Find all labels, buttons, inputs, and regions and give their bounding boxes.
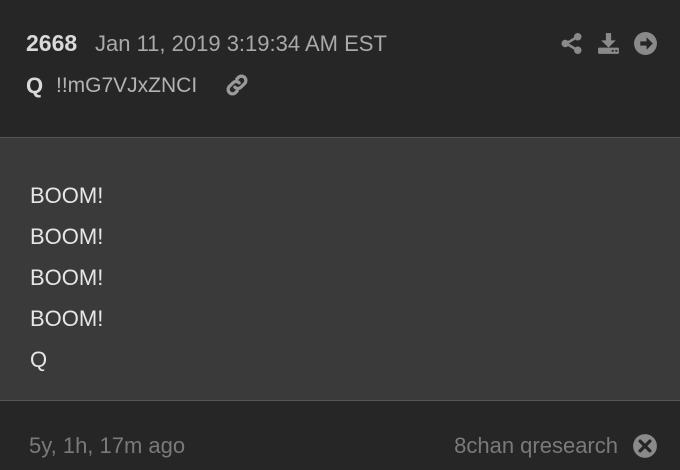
download-icon[interactable] <box>596 31 621 56</box>
post-line: BOOM! <box>30 265 104 290</box>
share-icon[interactable] <box>559 31 584 56</box>
arrow-right-circle-icon[interactable] <box>633 31 658 56</box>
link-icon[interactable] <box>224 72 250 98</box>
post-author: Q <box>26 73 44 98</box>
post-footer: 5y, 1h, 17m ago 8chan qresearch <box>0 401 680 470</box>
post-signature: Q <box>30 347 48 372</box>
close-circle-icon[interactable] <box>632 433 658 459</box>
post-line: BOOM! <box>30 224 104 249</box>
post-card: 2668 Jan 11, 2019 3:19:34 AM EST Q !!mG7… <box>0 0 680 470</box>
post-line: BOOM! <box>30 183 104 208</box>
post-date: Jan 11, 2019 3:19:34 AM EST <box>95 31 387 56</box>
post-source[interactable]: 8chan qresearch <box>454 433 618 459</box>
post-line: BOOM! <box>30 306 104 331</box>
post-body: BOOM! BOOM! BOOM! BOOM! Q <box>0 138 680 400</box>
post-header: 2668 Jan 11, 2019 3:19:34 AM EST Q !!mG7… <box>0 0 680 137</box>
post-age: 5y, 1h, 17m ago <box>29 433 186 458</box>
post-number[interactable]: 2668 <box>26 30 77 57</box>
post-actions <box>559 31 658 56</box>
post-tripcode: !!mG7VJxZNCI <box>56 74 198 97</box>
